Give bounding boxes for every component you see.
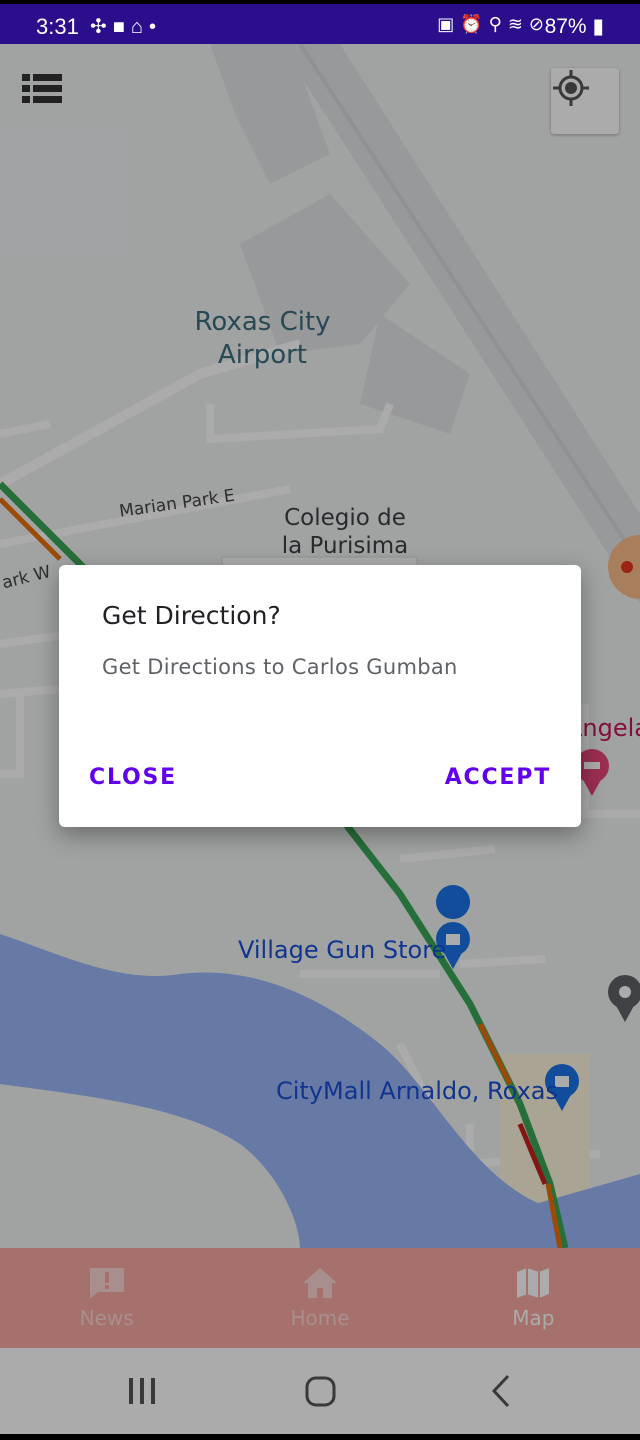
status-time: 3:31 <box>36 14 79 39</box>
get-direction-dialog: Get Direction? Get Directions to Carlos … <box>59 565 581 827</box>
video-icon: ■ <box>112 16 131 38</box>
wifi-icon: ≋ <box>507 14 529 34</box>
bag-icon: ▣ <box>437 14 461 34</box>
home-icon: ⌂ <box>130 16 149 38</box>
fan-icon: ✣ <box>90 16 113 38</box>
dialog-message: Get Directions to Carlos Gumban <box>102 655 458 679</box>
dialog-title: Get Direction? <box>102 601 281 630</box>
accept-button[interactable]: ACCEPT <box>445 765 551 790</box>
location-icon: ⚲ <box>488 14 508 34</box>
close-button[interactable]: CLOSE <box>89 765 177 790</box>
battery-level: 87% ▮ <box>544 15 604 38</box>
dot-icon: • <box>148 16 162 38</box>
alarm-icon: ⏰ <box>460 14 489 34</box>
status-left-icons: ✣■⌂• <box>90 14 162 39</box>
status-right-icons: ▣⏰⚲≋⊘ <box>437 14 550 35</box>
status-bar: 3:31 ✣■⌂• ▣⏰⚲≋⊘ 87% ▮ <box>0 0 640 44</box>
